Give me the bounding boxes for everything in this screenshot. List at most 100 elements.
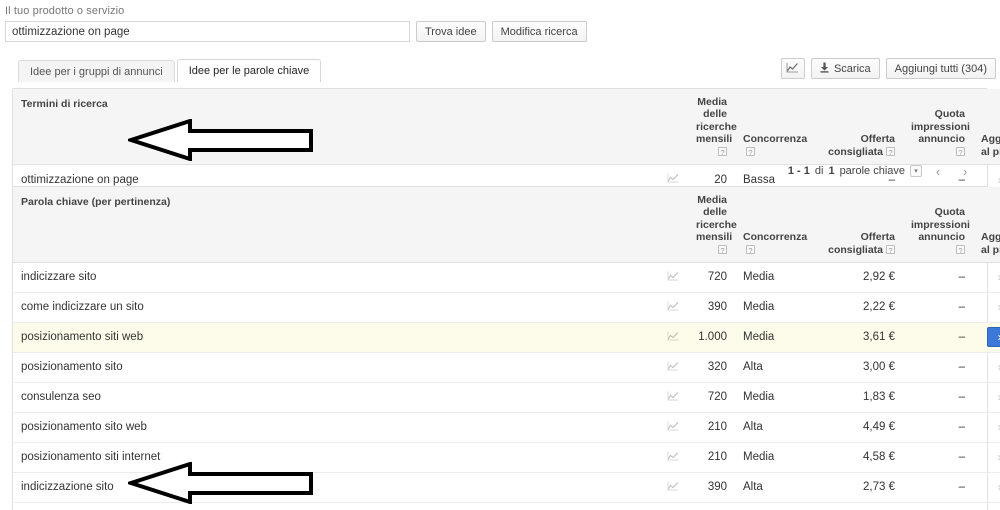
help-icon-avg-searches[interactable]: ? (718, 244, 727, 255)
cell-keyword[interactable]: indicizzazione sito (13, 472, 658, 503)
cell-add-to-plan[interactable]: » (973, 412, 1000, 443)
cell-competition: Media (735, 442, 815, 473)
column-header-suggested-bid: Offerta consigliata? (815, 89, 903, 165)
help-icon-suggested-bid[interactable]: ? (886, 146, 895, 157)
cell-avg-monthly-searches: 210 (688, 412, 735, 443)
cell-keyword[interactable]: indicizzare sito (13, 262, 658, 293)
add-to-plan-button[interactable]: » (988, 267, 1000, 287)
download-icon (820, 62, 829, 76)
add-all-button[interactable]: Aggiungi tutti (304) (885, 58, 996, 79)
search-row: Trova idee Modifica ricerca (2, 21, 1000, 42)
column-header-ad-impression-share: Quota impressioni annuncio? (903, 187, 973, 263)
cell-add-to-plan[interactable]: » (973, 472, 1000, 503)
help-icon-competition[interactable]: ? (746, 146, 755, 157)
cell-suggested-bid: 4,65 € (815, 502, 903, 510)
cell-keyword[interactable]: come indicizzare un sito (13, 292, 658, 323)
table-row[interactable]: posizionamento siti web 1.000 Media 3,61 € –… (13, 322, 1000, 353)
download-label: Scarica (833, 62, 871, 75)
sparkline-icon[interactable] (667, 271, 679, 284)
table-toolbar: Scarica Aggiungi tutti (304) (780, 58, 996, 79)
cell-sparkline[interactable] (658, 322, 688, 353)
cell-keyword[interactable]: posizionamento sito (13, 352, 658, 383)
sparkline-icon[interactable] (667, 451, 679, 464)
table-row[interactable]: posizionamento sito 320Alta3,00 €–» (13, 352, 1000, 383)
column-header-sparkline (658, 89, 688, 165)
column-header-add-to-plan: Aggiungi al piano (973, 187, 1000, 263)
pagination-of: di (814, 165, 824, 177)
add-to-plan-button[interactable]: » (988, 387, 1000, 407)
cell-ad-impression-share: – (903, 502, 973, 510)
cell-add-to-plan[interactable]: » (973, 382, 1000, 413)
add-to-plan-button[interactable]: » (988, 357, 1000, 377)
chart-view-button[interactable] (780, 58, 805, 79)
cell-add-to-plan[interactable]: » (973, 292, 1000, 323)
cell-ad-impression-share: – (903, 442, 973, 473)
table-row[interactable]: posizionamento siti internet 210 Media 4,58… (13, 442, 1000, 473)
cell-competition: Alta (735, 472, 815, 503)
cell-avg-monthly-searches: 70 (688, 502, 735, 510)
add-to-plan-button[interactable]: » (988, 297, 1000, 317)
sparkline-icon[interactable] (667, 391, 679, 404)
tab-keyword-ideas[interactable]: Idee per le parole chiave (176, 59, 322, 82)
cell-sparkline[interactable] (658, 472, 688, 503)
add-to-plan-button[interactable]: » (988, 417, 1000, 437)
cell-keyword[interactable]: consulenza seo (13, 382, 658, 413)
pagination-dropdown-icon[interactable]: ▾ (910, 165, 922, 177)
help-icon-impression-share[interactable]: ? (956, 244, 965, 255)
help-icon-impression-share[interactable]: ? (956, 146, 965, 157)
cell-sparkline[interactable] (658, 352, 688, 383)
cell-add-to-plan[interactable]: » (973, 442, 1000, 473)
table-row[interactable]: come indicizzare un sito 390Media2,22 €–» (13, 292, 1000, 323)
add-to-plan-button[interactable]: » (988, 447, 1000, 467)
cell-sparkline[interactable] (658, 502, 688, 510)
cell-sparkline[interactable] (658, 292, 688, 323)
cell-sparkline[interactable] (658, 382, 688, 413)
cell-competition: Alta (735, 412, 815, 443)
help-icon-avg-searches[interactable]: ? (718, 146, 727, 157)
cell-add-to-plan[interactable]: » (973, 262, 1000, 293)
sparkline-icon[interactable] (667, 301, 679, 314)
table-row[interactable]: consulenza seo 720Media1,83 €–» (13, 382, 1000, 413)
help-icon-competition[interactable]: ? (746, 244, 755, 255)
find-ideas-button[interactable]: Trova idee (416, 21, 486, 42)
cell-add-to-plan[interactable]: » (973, 502, 1000, 510)
search-input[interactable] (5, 21, 410, 42)
table-row[interactable]: indicizzare sito 720Media2,92 €–» (13, 262, 1000, 293)
help-icon-suggested-bid[interactable]: ? (886, 244, 895, 255)
table-row[interactable]: ottimizzazione sito 70Alta4,65 €–» (13, 502, 1000, 510)
column-header-keyword: Parola chiave (per pertinenza) (13, 187, 658, 263)
cell-sparkline[interactable] (658, 262, 688, 293)
cell-ad-impression-share: – (903, 412, 973, 443)
cell-suggested-bid: 4,58 € (815, 442, 903, 473)
cell-keyword[interactable]: posizionamento siti web (13, 322, 658, 353)
cell-competition: Media (735, 292, 815, 323)
table-row[interactable]: posizionamento sito web 210Alta4,49 €–» (13, 412, 1000, 443)
add-to-plan-button[interactable]: » (988, 477, 1000, 497)
column-header-ad-impression-share: Quota impressioni annuncio? (903, 89, 973, 165)
keyword-ideas-table: Parola chiave (per pertinenza) Media del… (13, 187, 1000, 510)
sparkline-icon[interactable] (667, 481, 679, 494)
cell-suggested-bid: 3,00 € (815, 352, 903, 383)
cell-keyword[interactable]: ottimizzazione sito (13, 502, 658, 510)
column-header-add-to-plan: Aggiungi al piano (973, 89, 1000, 165)
add-to-plan-button[interactable]: » (987, 327, 1000, 348)
sparkline-icon[interactable] (667, 421, 679, 434)
sparkline-icon[interactable] (667, 361, 679, 374)
cell-sparkline[interactable] (658, 442, 688, 473)
pagination-prev-button[interactable]: ‹ (927, 162, 949, 180)
cell-add-to-plan[interactable]: » (973, 322, 1000, 353)
pagination-next-button[interactable]: › (954, 162, 976, 180)
sparkline-icon[interactable] (667, 331, 679, 344)
cell-keyword[interactable]: posizionamento sito web (13, 412, 658, 443)
cell-sparkline[interactable] (658, 412, 688, 443)
cell-ad-impression-share: – (903, 262, 973, 293)
cell-competition: Media (735, 262, 815, 293)
table-row[interactable]: indicizzazione sito 390Alta2,73 €–» (13, 472, 1000, 503)
download-button[interactable]: Scarica (810, 58, 880, 79)
edit-search-button[interactable]: Modifica ricerca (491, 21, 587, 42)
tab-ad-group-ideas[interactable]: Idee per i gruppi di annunci (18, 60, 175, 82)
search-bar: Il tuo prodotto o servizio Trova idee Mo… (0, 0, 1000, 42)
cell-add-to-plan[interactable]: » (973, 352, 1000, 383)
column-header-search-terms: Termini di ricerca (13, 89, 658, 165)
cell-keyword[interactable]: posizionamento siti internet (13, 442, 658, 473)
